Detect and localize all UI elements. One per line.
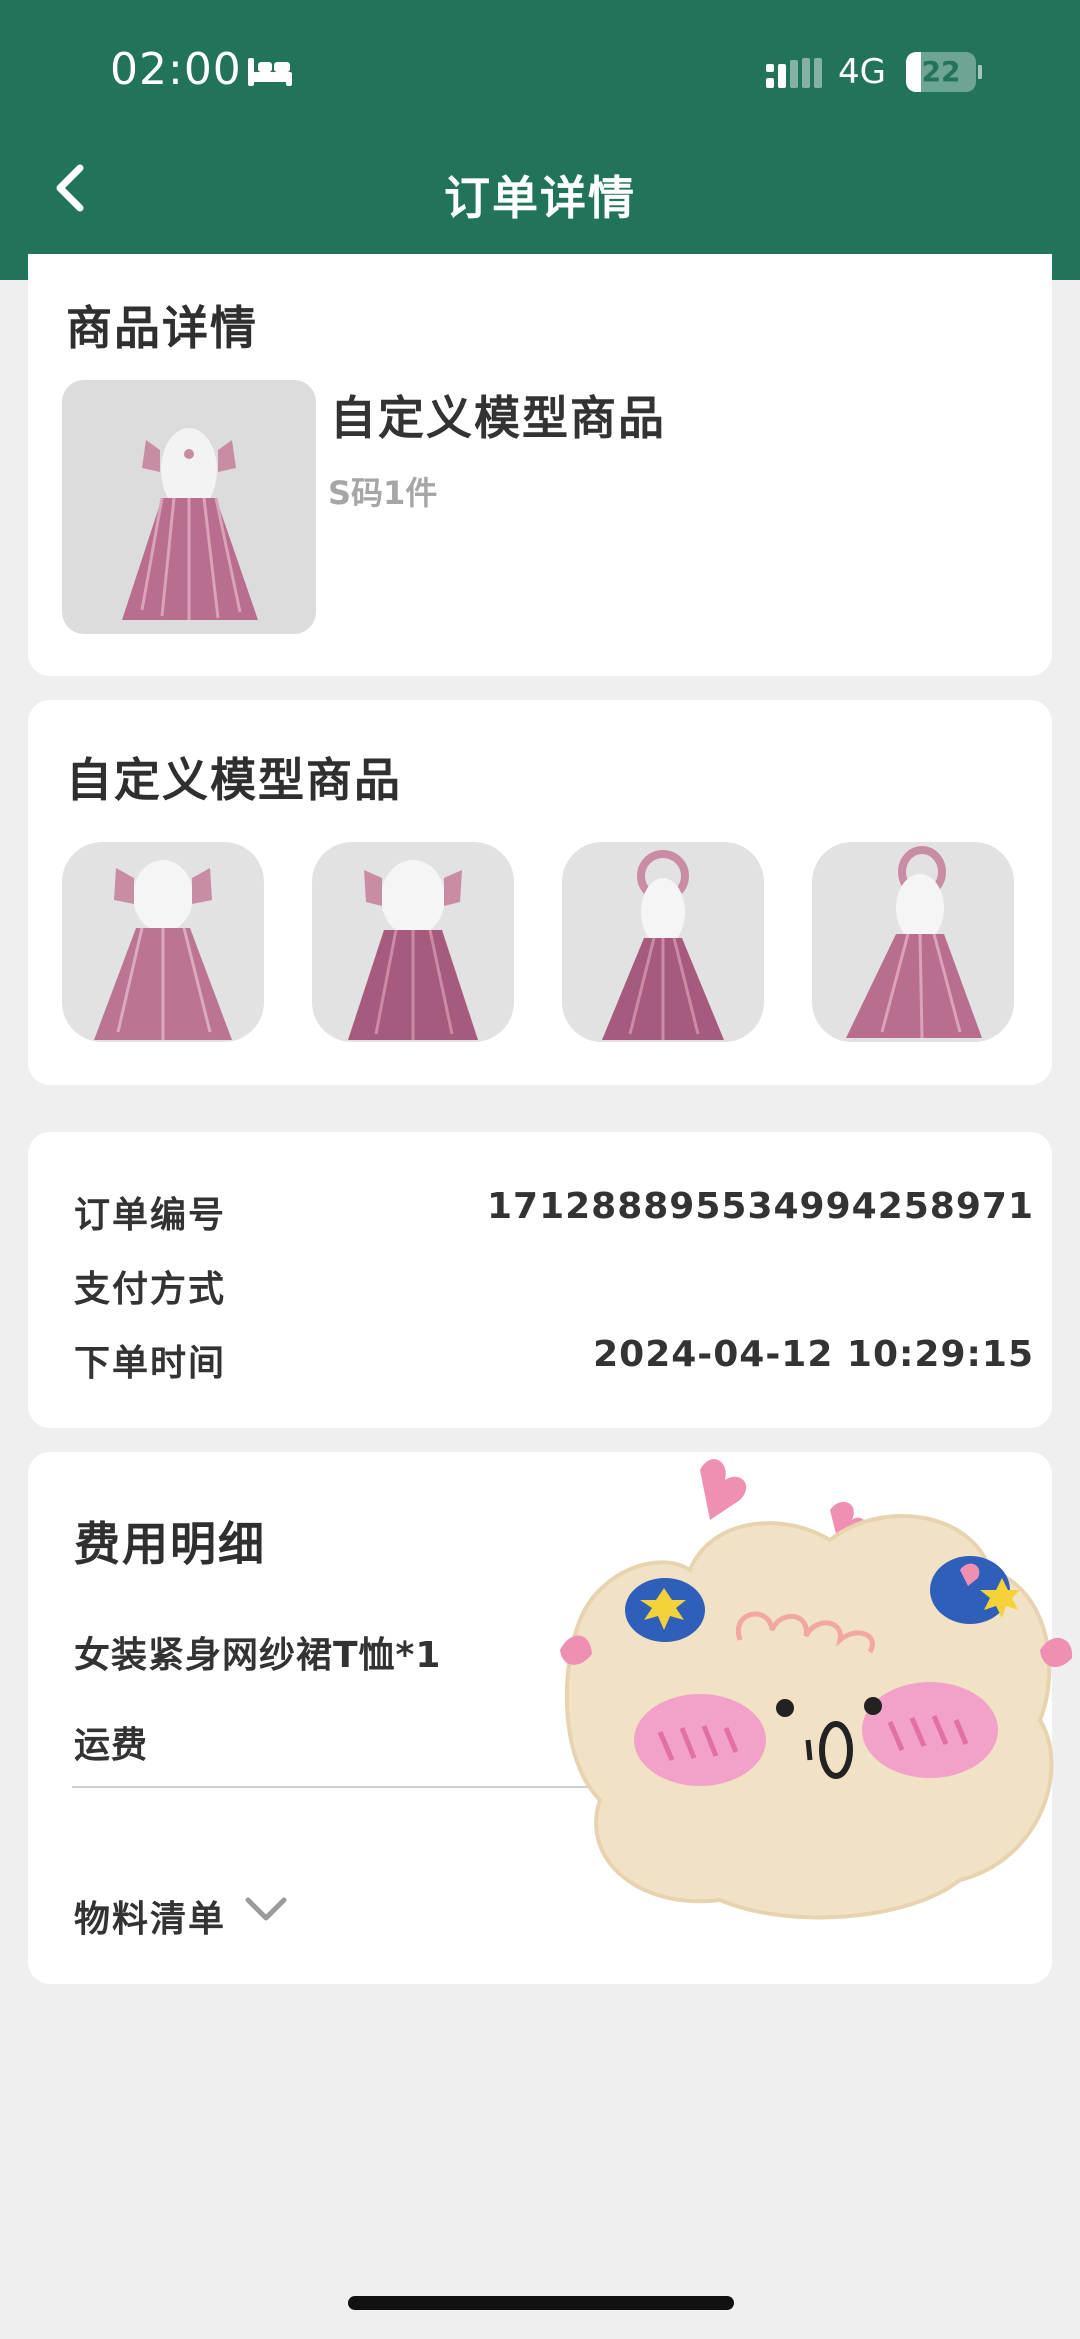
order-number-value: 17128889553499425897​1 (486, 1186, 1034, 1227)
bear-sticker-image (560, 1459, 1073, 1920)
battery-icon: 22 (906, 52, 982, 92)
section-title-product: 商品详情 (66, 301, 258, 355)
product-name: 自定义模型商品 (330, 391, 666, 445)
payment-method-label: 支付方式 (74, 1269, 227, 1310)
nav-bar: 订单详情 (0, 140, 1080, 260)
gallery-image-front[interactable] (62, 842, 264, 1042)
page-title: 订单详情 (444, 171, 636, 225)
order-number-label: 订单编号 (74, 1195, 227, 1236)
order-info-card: 订单编号 17128889553499425897​1 支付方式 下单时间 20… (28, 1132, 1052, 1428)
gallery-image-back-side[interactable] (812, 842, 1014, 1042)
model-gallery-card: 自定义模型商品 (28, 700, 1052, 1085)
dress-image (122, 428, 258, 620)
sleep-icon (248, 58, 292, 86)
materials-list-toggle[interactable]: 物料清单 (74, 1890, 226, 1942)
section-title-fees: 费用明细 (74, 1517, 266, 1571)
chevron-down-icon[interactable] (244, 1892, 288, 1926)
fee-item-shipping: 运费 (74, 1725, 149, 1766)
section-title-gallery: 自定义模型商品 (66, 753, 402, 807)
battery-level: 22 (921, 55, 961, 88)
order-time-row: 下单时间 2024-04-12 10:29:15 (74, 1334, 1034, 1384)
signal-icon (766, 58, 822, 88)
gallery-image-back[interactable] (562, 842, 764, 1042)
order-number-row: 订单编号 17128889553499425897​1 (74, 1186, 1034, 1236)
product-spec: S码1件 (328, 474, 438, 512)
product-thumbnail[interactable] (62, 380, 316, 634)
home-indicator[interactable] (348, 2296, 734, 2310)
order-time-label: 下单时间 (74, 1343, 227, 1384)
order-time-value: 2024-04-12 10:29:15 (593, 1334, 1034, 1375)
network-type: 4G (838, 52, 886, 92)
payment-method-row: 支付方式 (74, 1260, 1034, 1310)
status-bar: 02:00 4G 22 (0, 0, 1080, 140)
fee-item-garment: 女装紧身网纱裙T恤*1 (74, 1635, 442, 1676)
status-time: 02:00 (110, 44, 242, 95)
product-details-card: 商品详情 自定义模型商品 S码1件 (28, 254, 1052, 676)
gallery-image-side[interactable] (312, 842, 514, 1042)
app-header: 02:00 4G 22 订单详情 (0, 0, 1080, 280)
